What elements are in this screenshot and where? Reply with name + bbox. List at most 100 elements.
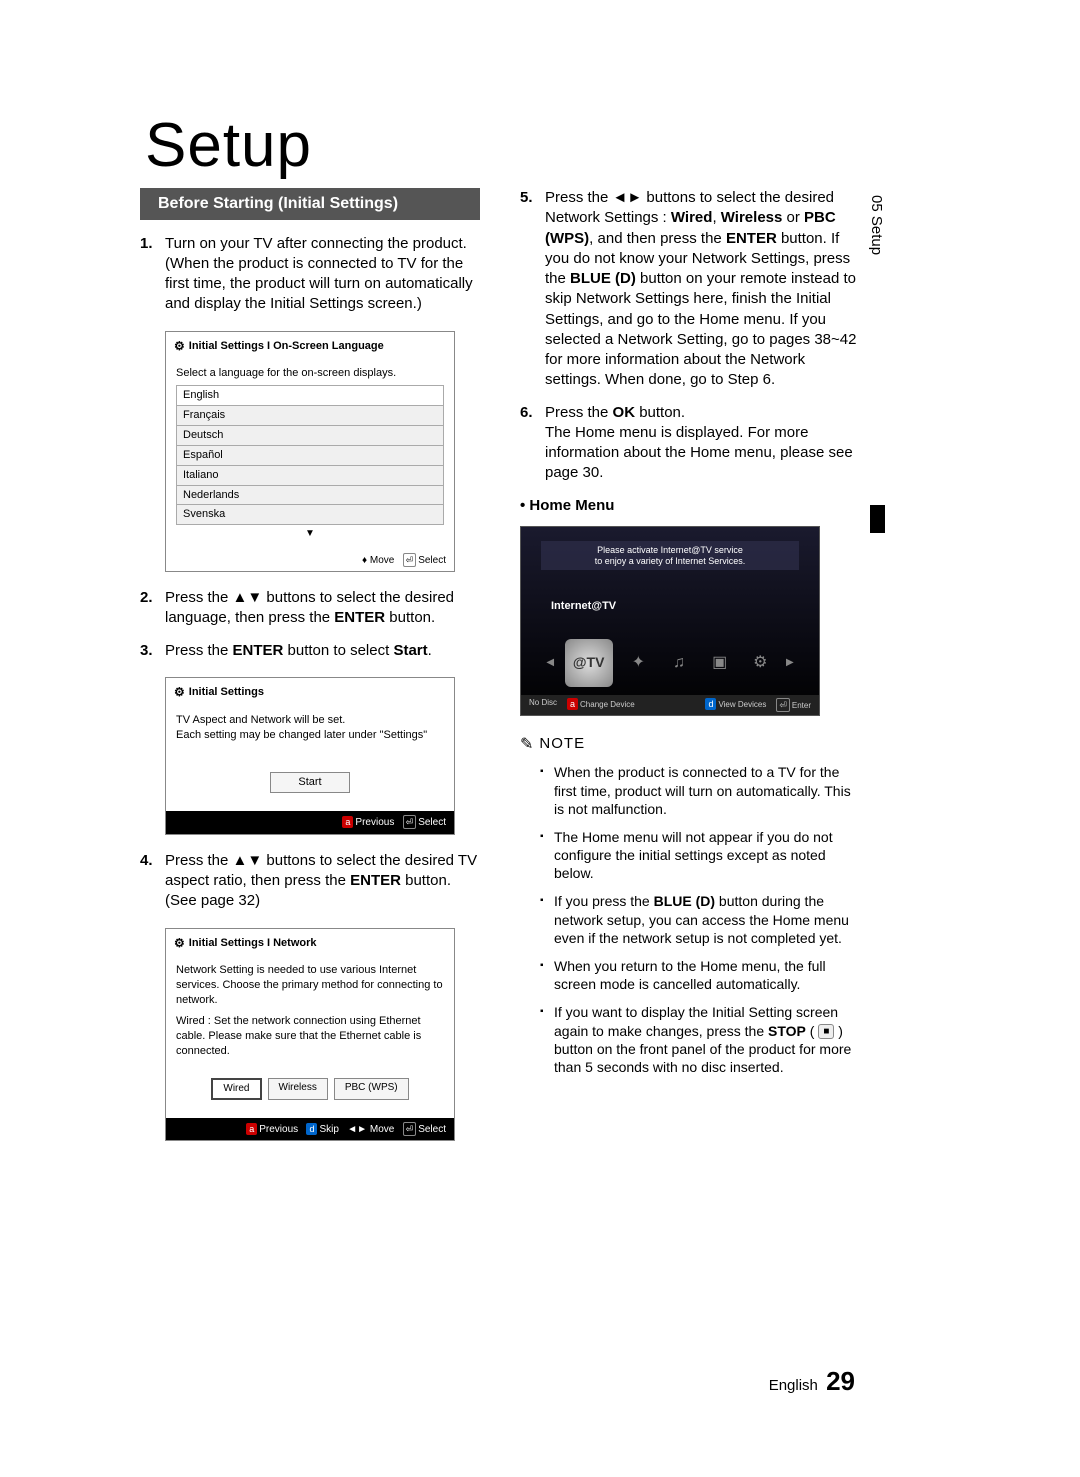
lang-svenska[interactable]: Svenska bbox=[176, 505, 444, 525]
home-banner: Please activate Internet@TV service to e… bbox=[541, 541, 799, 571]
n5b: STOP bbox=[768, 1023, 806, 1039]
step-2-text-c: button. bbox=[385, 609, 435, 626]
step-4: 4. Press the ▲▼ buttons to select the de… bbox=[140, 851, 480, 912]
note-label: NOTE bbox=[539, 734, 585, 754]
lang-italiano[interactable]: Italiano bbox=[176, 466, 444, 486]
move-label: Move bbox=[370, 555, 394, 566]
screenshot-language: Initial Settings I On-Screen Language Se… bbox=[165, 331, 455, 573]
change-device-label: Change Device bbox=[580, 700, 635, 709]
key-d-icon: d bbox=[705, 698, 716, 710]
move-icon: ◄► bbox=[347, 1124, 367, 1135]
key-a-icon: a bbox=[342, 816, 353, 828]
chevron-left-icon[interactable]: ◀ bbox=[546, 656, 554, 670]
key-a-icon: a bbox=[246, 1123, 257, 1135]
photo-icon[interactable]: ▣ bbox=[705, 648, 735, 678]
internet-tv-icon[interactable]: @TV bbox=[565, 639, 613, 687]
section-header: Before Starting (Initial Settings) bbox=[140, 188, 480, 220]
n5c: button on the front panel of the product… bbox=[554, 1041, 851, 1075]
content-columns: Before Starting (Initial Settings) 1.Tur… bbox=[140, 188, 860, 1157]
s6b: OK bbox=[613, 404, 636, 421]
no-disc-label: No Disc bbox=[529, 698, 557, 712]
step-3-start: Start bbox=[393, 642, 427, 659]
step-3-c: button to select bbox=[283, 642, 393, 659]
n3b: BLUE (D) bbox=[654, 893, 715, 909]
step-1-text: Turn on your TV after connecting the pro… bbox=[165, 235, 473, 313]
step-3-a: Press the bbox=[165, 642, 233, 659]
ss3-line2: Wired : Set the network connection using… bbox=[176, 1014, 444, 1059]
enter-label: Enter bbox=[792, 701, 811, 710]
side-tab: 05 Setup bbox=[868, 195, 885, 255]
home-icons-row: ◀ @TV ✦ ♫ ▣ ⚙ ▶ bbox=[521, 639, 819, 687]
s5j: BLUE (D) bbox=[570, 270, 636, 287]
note-1: When the product is connected to a TV fo… bbox=[540, 763, 860, 818]
s5e: or bbox=[782, 209, 804, 226]
s5k: button on your remote instead to skip Ne… bbox=[545, 270, 856, 388]
step-4-enter: ENTER bbox=[350, 872, 401, 889]
view-devices-label: View Devices bbox=[718, 700, 766, 709]
ss3-title: Initial Settings I Network bbox=[189, 936, 317, 951]
move-label: Move bbox=[370, 1124, 394, 1135]
home-footer: No Disc aChange Device dView Devices ⏎En… bbox=[521, 695, 819, 715]
ss2-title: Initial Settings bbox=[189, 685, 264, 700]
lang-deutsch[interactable]: Deutsch bbox=[176, 426, 444, 446]
note-heading: ✎ NOTE bbox=[520, 734, 860, 756]
start-button[interactable]: Start bbox=[270, 772, 350, 793]
enter-icon: ⏎ bbox=[403, 815, 417, 829]
gear-icon bbox=[174, 338, 185, 355]
note-5: If you want to display the Initial Setti… bbox=[540, 1003, 860, 1076]
gear-icon bbox=[174, 935, 185, 952]
home-menu-heading: • Home Menu bbox=[520, 496, 860, 516]
wireless-button[interactable]: Wireless bbox=[268, 1078, 328, 1100]
enter-icon: ⏎ bbox=[403, 1122, 417, 1136]
side-tab-marker bbox=[870, 505, 885, 533]
n3a: If you press the bbox=[554, 893, 654, 909]
lang-english[interactable]: English bbox=[176, 385, 444, 406]
s5g: , and then press the bbox=[589, 230, 726, 247]
screenshot-start: Initial Settings TV Aspect and Network w… bbox=[165, 677, 455, 835]
stop-icon: ■ bbox=[818, 1024, 834, 1039]
select-label: Select bbox=[418, 817, 446, 828]
prev-label: Previous bbox=[355, 817, 394, 828]
left-column: Before Starting (Initial Settings) 1.Tur… bbox=[140, 188, 480, 1157]
enter-icon: ⏎ bbox=[776, 698, 790, 712]
lang-nederlands[interactable]: Nederlands bbox=[176, 486, 444, 506]
home-menu-screenshot: Please activate Internet@TV service to e… bbox=[520, 526, 820, 716]
footer-language: English bbox=[769, 1377, 818, 1394]
ss2-line2: Each setting may be changed later under … bbox=[176, 728, 444, 743]
lang-espanol[interactable]: Español bbox=[176, 446, 444, 466]
wired-button[interactable]: Wired bbox=[211, 1078, 261, 1100]
s6d: The Home menu is displayed. For more inf… bbox=[545, 424, 853, 482]
key-d-icon: d bbox=[306, 1123, 317, 1135]
note-4: When you return to the Home menu, the fu… bbox=[540, 957, 860, 993]
page-footer: English 29 bbox=[769, 1366, 855, 1397]
internet-tv-label: Internet@TV bbox=[551, 599, 616, 614]
step-5: 5. Press the ◄► buttons to select the de… bbox=[520, 188, 860, 391]
step-3-e: . bbox=[428, 642, 432, 659]
note-icon: ✎ bbox=[520, 734, 533, 756]
note-list: When the product is connected to a TV fo… bbox=[520, 763, 860, 1076]
pbc-wps-button[interactable]: PBC (WPS) bbox=[334, 1078, 409, 1100]
ss2-header: Initial Settings bbox=[166, 678, 454, 707]
ss1-title: Initial Settings I On-Screen Language bbox=[189, 339, 384, 354]
screenshot-network: Initial Settings I Network Network Setti… bbox=[165, 928, 455, 1142]
note-2: The Home menu will not appear if you do … bbox=[540, 828, 860, 883]
step-6: 6. Press the OK button. The Home menu is… bbox=[520, 403, 860, 484]
lang-francais[interactable]: Français bbox=[176, 406, 444, 426]
s5b: Wired bbox=[671, 209, 713, 226]
step-3-enter: ENTER bbox=[233, 642, 284, 659]
s5h: ENTER bbox=[726, 230, 777, 247]
select-label: Select bbox=[418, 555, 446, 566]
right-column: 5. Press the ◄► buttons to select the de… bbox=[520, 188, 860, 1157]
ss2-line1: TV Aspect and Network will be set. bbox=[176, 713, 444, 728]
video-icon[interactable]: ✦ bbox=[623, 648, 653, 678]
step-2: 2. Press the ▲▼ buttons to select the de… bbox=[140, 588, 480, 629]
ss2-footer: aPrevious ⏎Select bbox=[166, 811, 454, 834]
chevron-right-icon[interactable]: ▶ bbox=[786, 656, 794, 670]
music-icon[interactable]: ♫ bbox=[664, 648, 694, 678]
move-icon: ♦ bbox=[362, 555, 370, 566]
enter-icon: ⏎ bbox=[403, 553, 417, 567]
step-3: 3. Press the ENTER button to select Star… bbox=[140, 641, 480, 661]
select-label: Select bbox=[418, 1124, 446, 1135]
settings-icon[interactable]: ⚙ bbox=[745, 648, 775, 678]
page-title: Setup bbox=[145, 110, 312, 181]
